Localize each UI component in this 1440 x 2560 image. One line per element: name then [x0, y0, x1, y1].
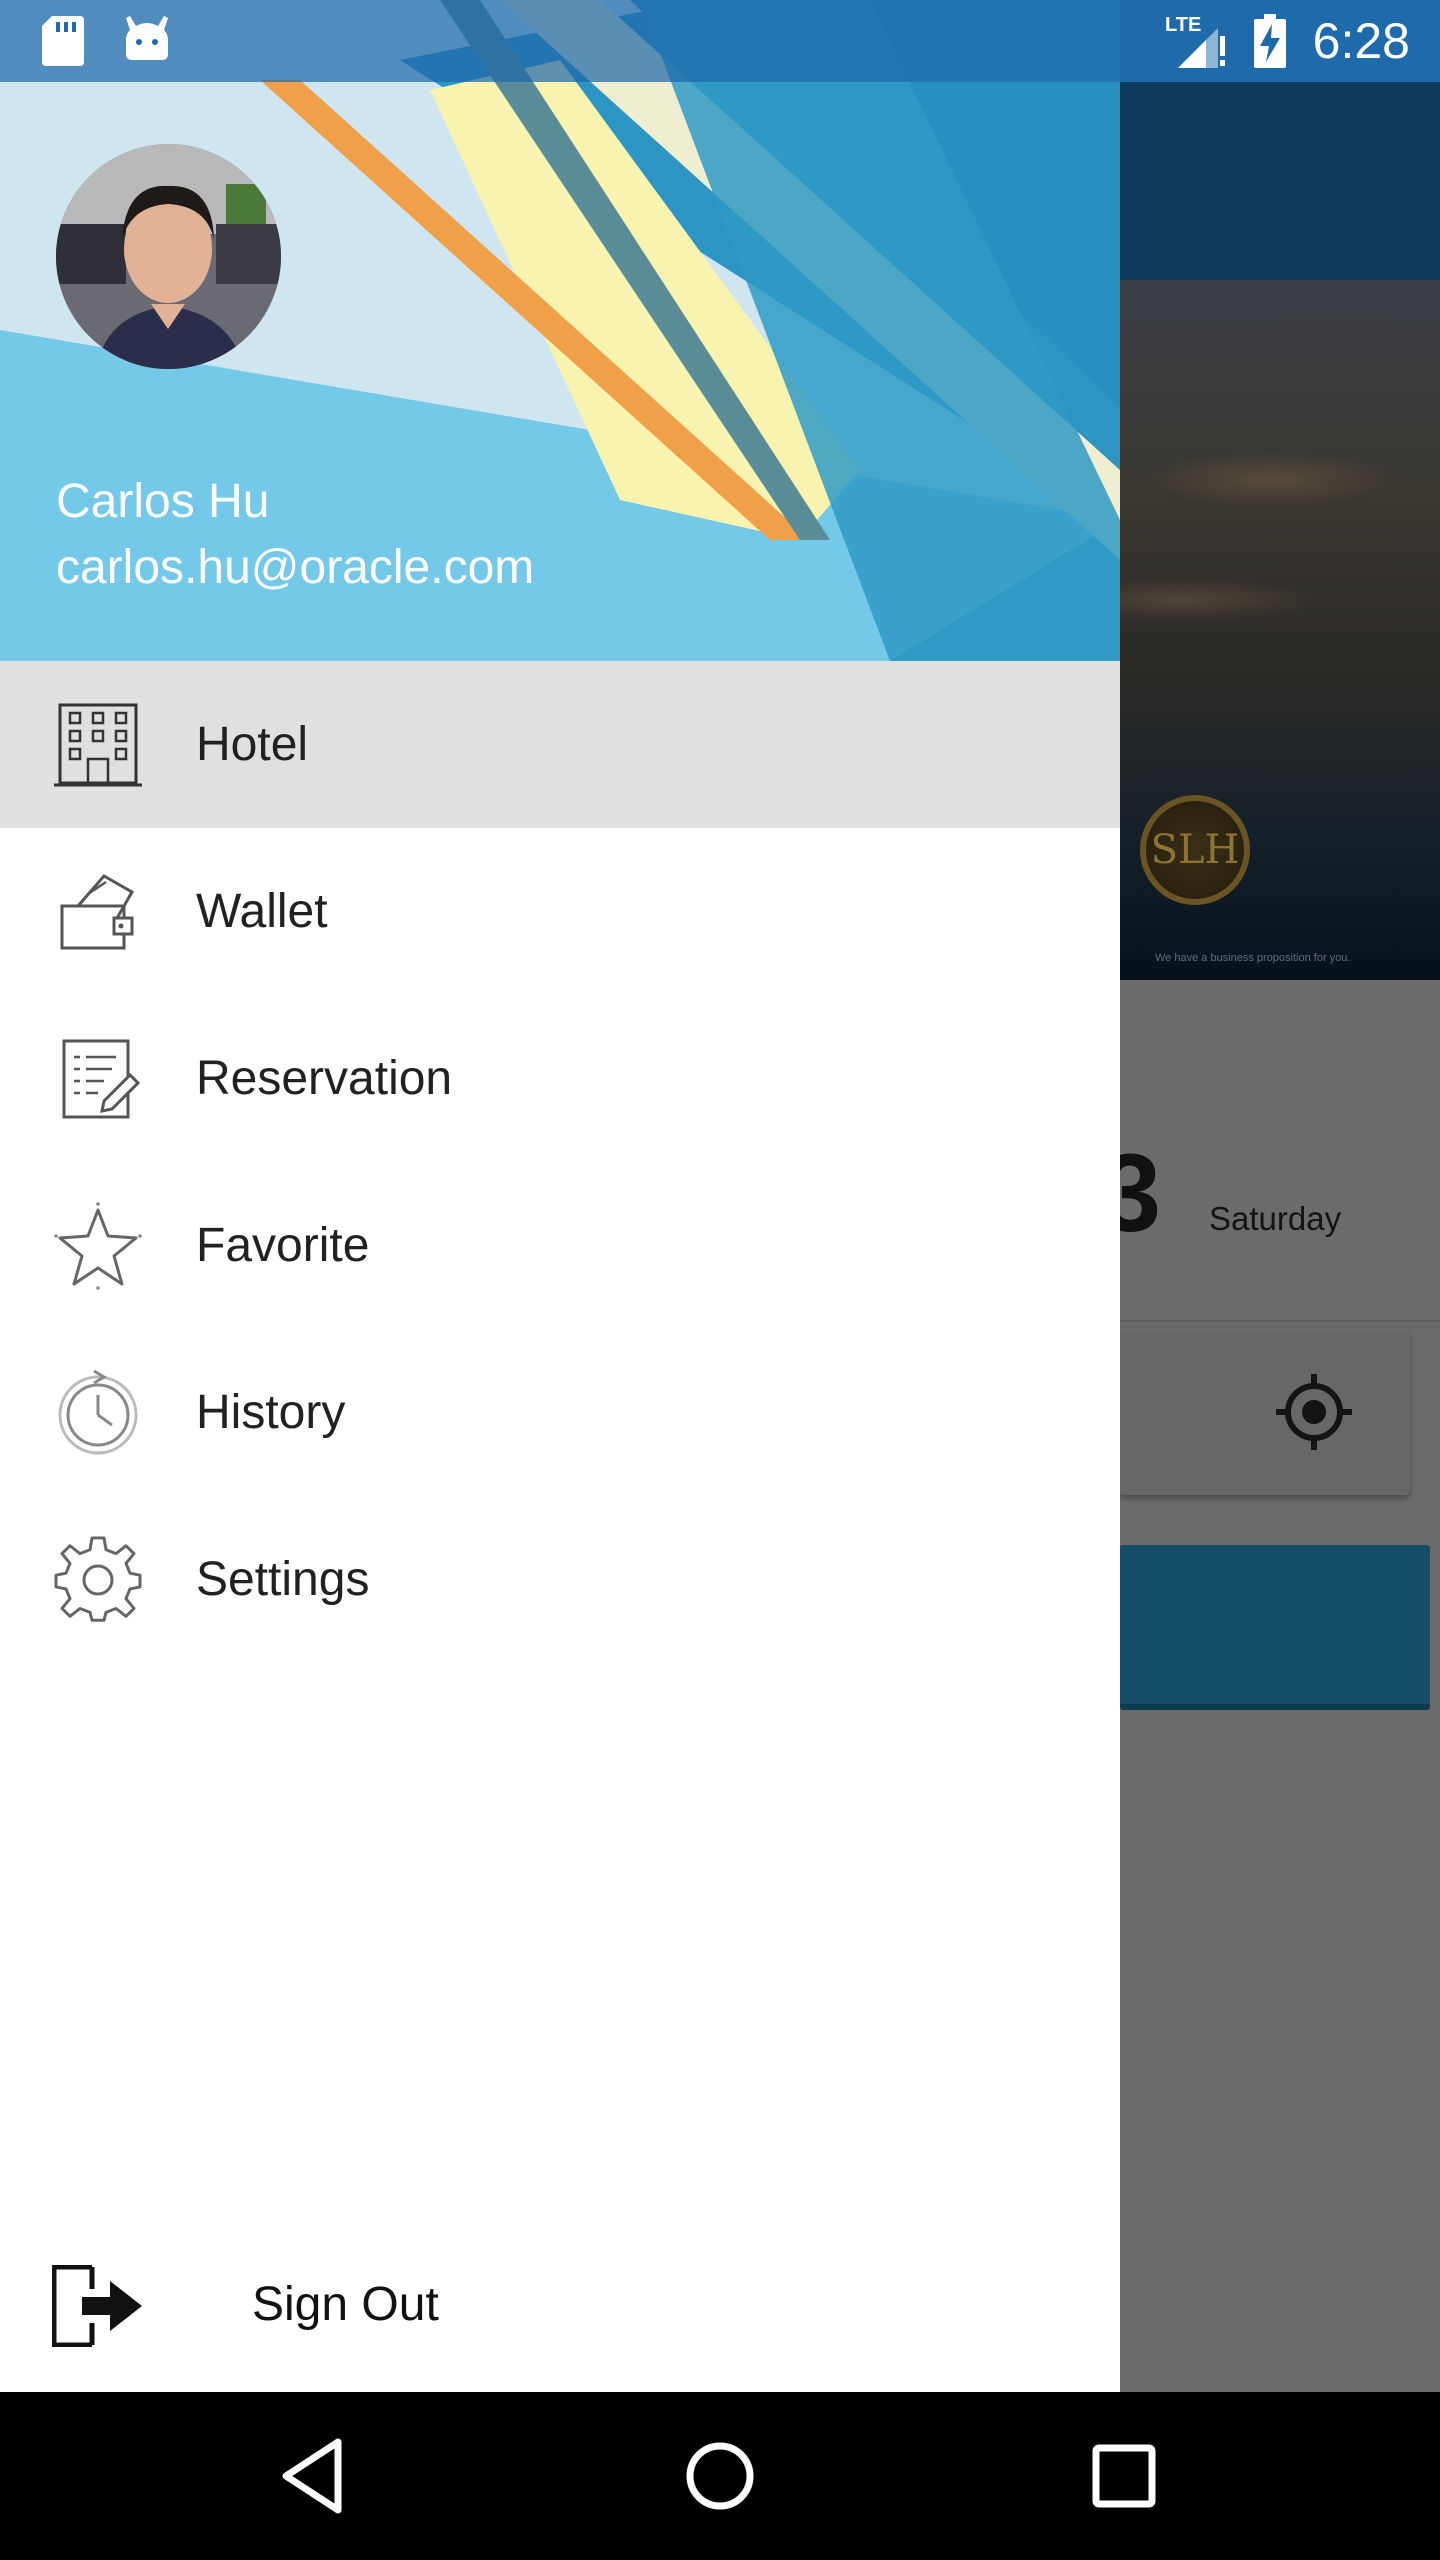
location-card[interactable] [1120, 1330, 1410, 1495]
menu-label-history: History [196, 1386, 346, 1439]
seal-text: SLH [1150, 827, 1240, 873]
android-debug-icon [126, 16, 168, 60]
menu-item-reservation[interactable]: Reservation [0, 995, 1120, 1162]
sign-out-label: Sign Out [252, 2278, 439, 2331]
menu-item-wallet[interactable]: Wallet [0, 828, 1120, 995]
sign-out-icon [52, 2265, 142, 2347]
navigation-drawer: Carlos Hu carlos.hu@oracle.com Hotel Wal… [0, 0, 1120, 2392]
menu-item-hotel[interactable]: Hotel [0, 661, 1120, 828]
drawer-header: Carlos Hu carlos.hu@oracle.com [0, 0, 1120, 661]
status-bar: LTE 6:28 [0, 0, 1440, 82]
hero-tagline: We have a business proposition for you. [1155, 952, 1351, 964]
day-name: Saturday [1209, 1200, 1342, 1237]
hotel-seal-logo: SLH [1140, 795, 1250, 905]
drawer-menu: Hotel Wallet Reservation Favorite Histor… [0, 661, 1120, 1663]
menu-label-wallet: Wallet [196, 885, 328, 938]
signal-icon [1178, 28, 1225, 68]
back-icon[interactable] [272, 2432, 360, 2520]
avatar[interactable] [56, 144, 281, 369]
recents-icon[interactable] [1080, 2432, 1168, 2520]
home-icon[interactable] [676, 2432, 764, 2520]
menu-label-hotel: Hotel [196, 718, 309, 771]
user-name: Carlos Hu [56, 475, 270, 528]
history-icon [58, 1369, 138, 1454]
gear-icon [54, 1535, 142, 1622]
sign-out-button[interactable]: Sign Out [0, 2225, 1120, 2392]
status-bar-overlay [0, 0, 1120, 82]
menu-label-favorite: Favorite [196, 1219, 370, 1272]
menu-item-history[interactable]: History [0, 1329, 1120, 1496]
sd-card-icon [42, 16, 84, 66]
reservation-icon [62, 1039, 141, 1118]
battery-charging-icon [1254, 14, 1286, 68]
wallet-icon [60, 873, 135, 949]
menu-label-reservation: Reservation [196, 1052, 453, 1105]
my-location-icon[interactable] [1272, 1370, 1356, 1454]
hotel-icon [54, 703, 142, 786]
date-card[interactable] [1120, 980, 1440, 1322]
user-email: carlos.hu@oracle.com [56, 541, 535, 594]
background-action-button[interactable] [1120, 1545, 1430, 1710]
status-time: 6:28 [1312, 13, 1410, 69]
system-navigation-bar [0, 2392, 1440, 2560]
menu-item-settings[interactable]: Settings [0, 1496, 1120, 1663]
menu-item-favorite[interactable]: Favorite [0, 1162, 1120, 1329]
menu-label-settings: Settings [196, 1553, 370, 1606]
star-icon [54, 1201, 142, 1290]
